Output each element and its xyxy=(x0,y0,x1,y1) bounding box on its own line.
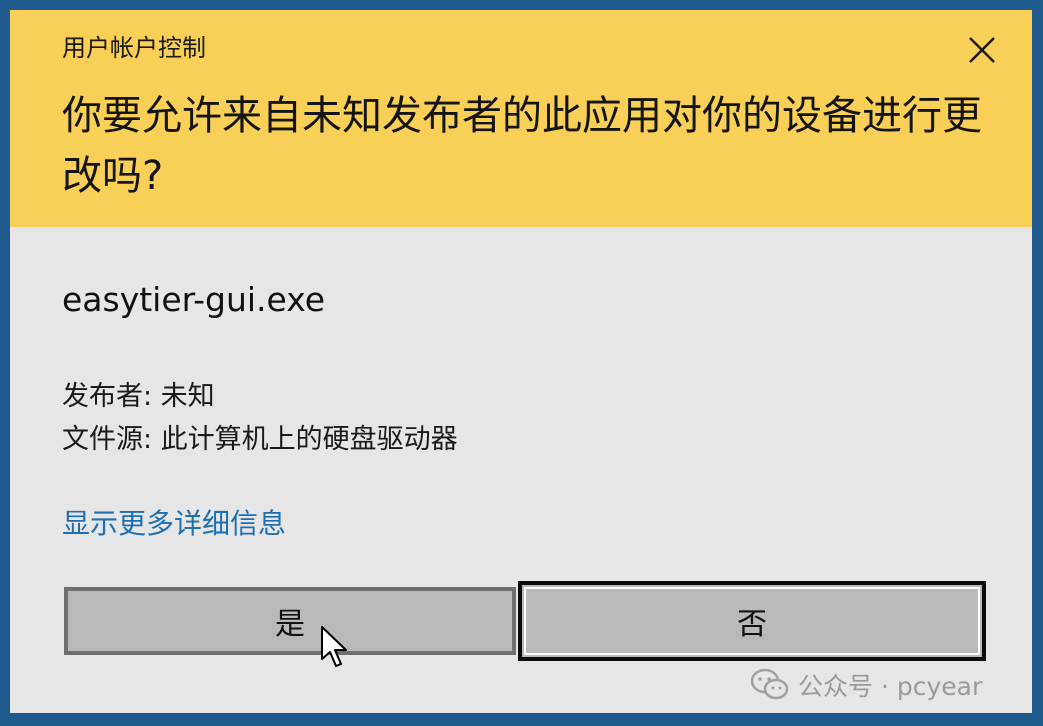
yes-button-label: 是 xyxy=(275,607,305,642)
file-source-info: 文件源: 此计算机上的硬盘驱动器 xyxy=(62,424,458,455)
show-more-details-link[interactable]: 显示更多详细信息 xyxy=(62,502,286,542)
publisher-info: 发布者: 未知 xyxy=(62,381,215,412)
watermark-text: 公众号 · pcyear xyxy=(798,672,983,701)
no-button[interactable]: 否 xyxy=(518,581,986,661)
watermark: 公众号 · pcyear xyxy=(750,667,982,703)
dialog-title: 用户帐户控制 xyxy=(62,34,206,62)
yes-button[interactable]: 是 xyxy=(64,587,516,655)
screenshot-frame: 用户帐户控制 你要允许来自未知发布者的此应用对你的设备进行更改吗? easyti… xyxy=(0,0,1043,726)
program-name: easytier-gui.exe xyxy=(62,280,326,319)
wechat-icon xyxy=(750,668,789,700)
close-icon xyxy=(969,37,995,63)
dialog-header: 用户帐户控制 你要允许来自未知发布者的此应用对你的设备进行更改吗? xyxy=(10,10,1032,227)
no-button-label: 否 xyxy=(737,607,767,642)
prompt-question: 你要允许来自未知发布者的此应用对你的设备进行更改吗? xyxy=(62,93,982,199)
uac-dialog: 用户帐户控制 你要允许来自未知发布者的此应用对你的设备进行更改吗? easyti… xyxy=(10,10,1032,713)
mouse-pointer-icon xyxy=(321,626,347,667)
close-button[interactable] xyxy=(962,30,1002,70)
